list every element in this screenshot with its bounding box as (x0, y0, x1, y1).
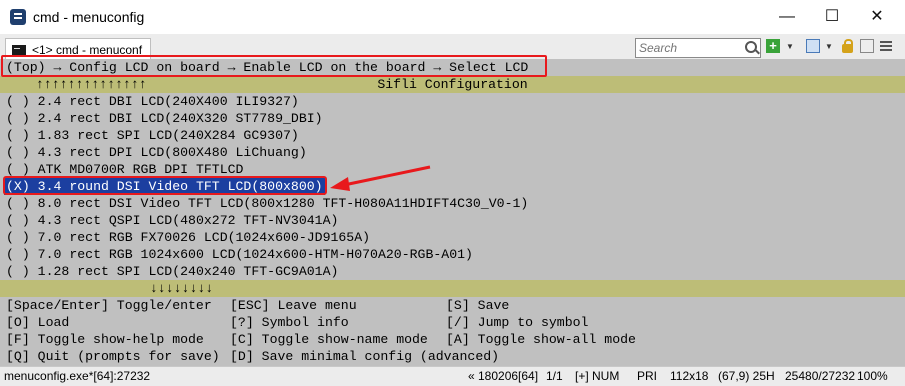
option-label: 7.0 rect RGB FX70026 LCD(1024x600-JD9165… (37, 230, 371, 245)
chevron-down-icon[interactable]: ▼ (786, 42, 800, 56)
option-radio: ( ) (6, 196, 30, 211)
option-radio: ( ) (6, 111, 30, 126)
help-hint: [S] Save (446, 298, 510, 313)
menu-option[interactable]: ( ) 7.0 rect RGB 1024x600 LCD(1024x600-H… (6, 246, 473, 263)
option-radio: ( ) (6, 247, 30, 262)
window-layout-icon[interactable] (806, 39, 820, 53)
title-bar: cmd - menuconfig — ☐ ✕ (0, 0, 905, 34)
maximize-button[interactable]: ☐ (812, 4, 852, 30)
help-hint: [F] Toggle show-help mode (6, 332, 204, 347)
option-label: 8.0 rect DSI Video TFT LCD(800x1280 TFT-… (37, 196, 529, 211)
help-hint: [C] Toggle show-name mode (230, 332, 428, 347)
menu-option[interactable]: ( ) 8.0 rect DSI Video TFT LCD(800x1280 … (6, 195, 528, 212)
option-label: 4.3 rect DPI LCD(800X480 LiChuang) (37, 145, 307, 160)
option-label: 7.0 rect RGB 1024x600 LCD(1024x600-HTM-H… (37, 247, 473, 262)
status-size: 112x18 (670, 369, 709, 383)
help-hint: [A] Toggle show-all mode (446, 332, 636, 347)
menu-option[interactable]: ( ) 4.3 rect QSPI LCD(480x272 TFT-NV3041… (6, 212, 338, 229)
option-label: 1.83 rect SPI LCD(240X284 GC9307) (37, 128, 299, 143)
option-label: 1.28 rect SPI LCD(240x240 TFT-GC9A01A) (37, 264, 339, 279)
search-icon[interactable] (745, 41, 757, 53)
scroll-down-indicator: ↓↓↓↓↓↓↓↓ (150, 281, 214, 296)
option-label: 2.4 rect DBI LCD(240X320 ST7789_DBI) (37, 111, 323, 126)
menu-option[interactable]: ( ) 7.0 rect RGB FX70026 LCD(1024x600-JD… (6, 229, 370, 246)
app-icon (10, 9, 26, 25)
annotation-arrow (330, 165, 431, 191)
option-label: ATK MD0700R RGB DPI TFTLCD (37, 162, 244, 177)
help-hint: [O] Load (6, 315, 70, 330)
menu-option[interactable]: ( ) 2.4 rect DBI LCD(240X320 ST7789_DBI) (6, 110, 323, 127)
status-cursor: (67,9) 25H (718, 369, 775, 383)
option-label: 2.4 rect DBI LCD(240X400 ILI9327) (37, 94, 299, 109)
search-box[interactable] (635, 38, 761, 58)
status-memory: 25480/27232 (785, 369, 856, 383)
help-hint: [Space/Enter] Toggle/enter (6, 298, 212, 313)
status-pri: PRI (637, 369, 658, 383)
option-radio: ( ) (6, 94, 30, 109)
close-button[interactable]: ✕ (857, 4, 897, 30)
option-label: 4.3 rect QSPI LCD(480x272 TFT-NV3041A) (37, 213, 339, 228)
menu-option[interactable]: ( ) 2.4 rect DBI LCD(240X400 ILI9327) (6, 93, 299, 110)
status-zoom: 100% (857, 369, 888, 383)
menu-option[interactable]: ( ) 4.3 rect DPI LCD(800X480 LiChuang) (6, 144, 307, 161)
terminal-area[interactable]: (Top) → Config LCD on board → Enable LCD… (0, 59, 905, 366)
breadcrumb-annotation-box (1, 55, 547, 77)
status-process: menuconfig.exe*[64]:27232 (4, 369, 151, 383)
option-radio: ( ) (6, 213, 30, 228)
help-hint: [?] Symbol info (230, 315, 349, 330)
menu-title: Sifli Configuration (377, 77, 528, 92)
option-radio: ( ) (6, 145, 30, 160)
help-hint: [/] Jump to symbol (446, 315, 589, 330)
status-build: « 180206[64] (468, 369, 539, 383)
option-radio: ( ) (6, 162, 30, 177)
option-radio: ( ) (6, 230, 30, 245)
menu-option[interactable]: ( ) 1.83 rect SPI LCD(240X284 GC9307) (6, 127, 299, 144)
minimize-button[interactable]: — (767, 4, 807, 30)
chevron-down-icon[interactable]: ▼ (825, 42, 839, 56)
window-title: cmd - menuconfig (33, 9, 145, 25)
hamburger-menu-icon[interactable] (880, 39, 892, 51)
status-bar: menuconfig.exe*[64]:27232 « 180206[64] 1… (0, 366, 905, 386)
split-panes-icon[interactable] (860, 39, 874, 53)
help-hint: [ESC] Leave menu (230, 298, 357, 313)
console-icon (12, 44, 26, 56)
new-console-icon[interactable]: + (766, 39, 780, 53)
footer-bar (0, 280, 905, 297)
menu-option[interactable]: ( ) 1.28 rect SPI LCD(240x240 TFT-GC9A01… (6, 263, 338, 280)
help-hint: [Q] Quit (prompts for save) (6, 349, 220, 364)
selected-option-annotation-box (3, 176, 327, 195)
option-radio: ( ) (6, 128, 30, 143)
status-page: 1/1 (546, 369, 563, 383)
search-input[interactable] (636, 40, 742, 56)
option-radio: ( ) (6, 264, 30, 279)
status-num: [+] NUM (575, 369, 620, 383)
lock-icon[interactable] (842, 39, 853, 53)
help-hint: [D] Save minimal config (advanced) (230, 349, 500, 364)
